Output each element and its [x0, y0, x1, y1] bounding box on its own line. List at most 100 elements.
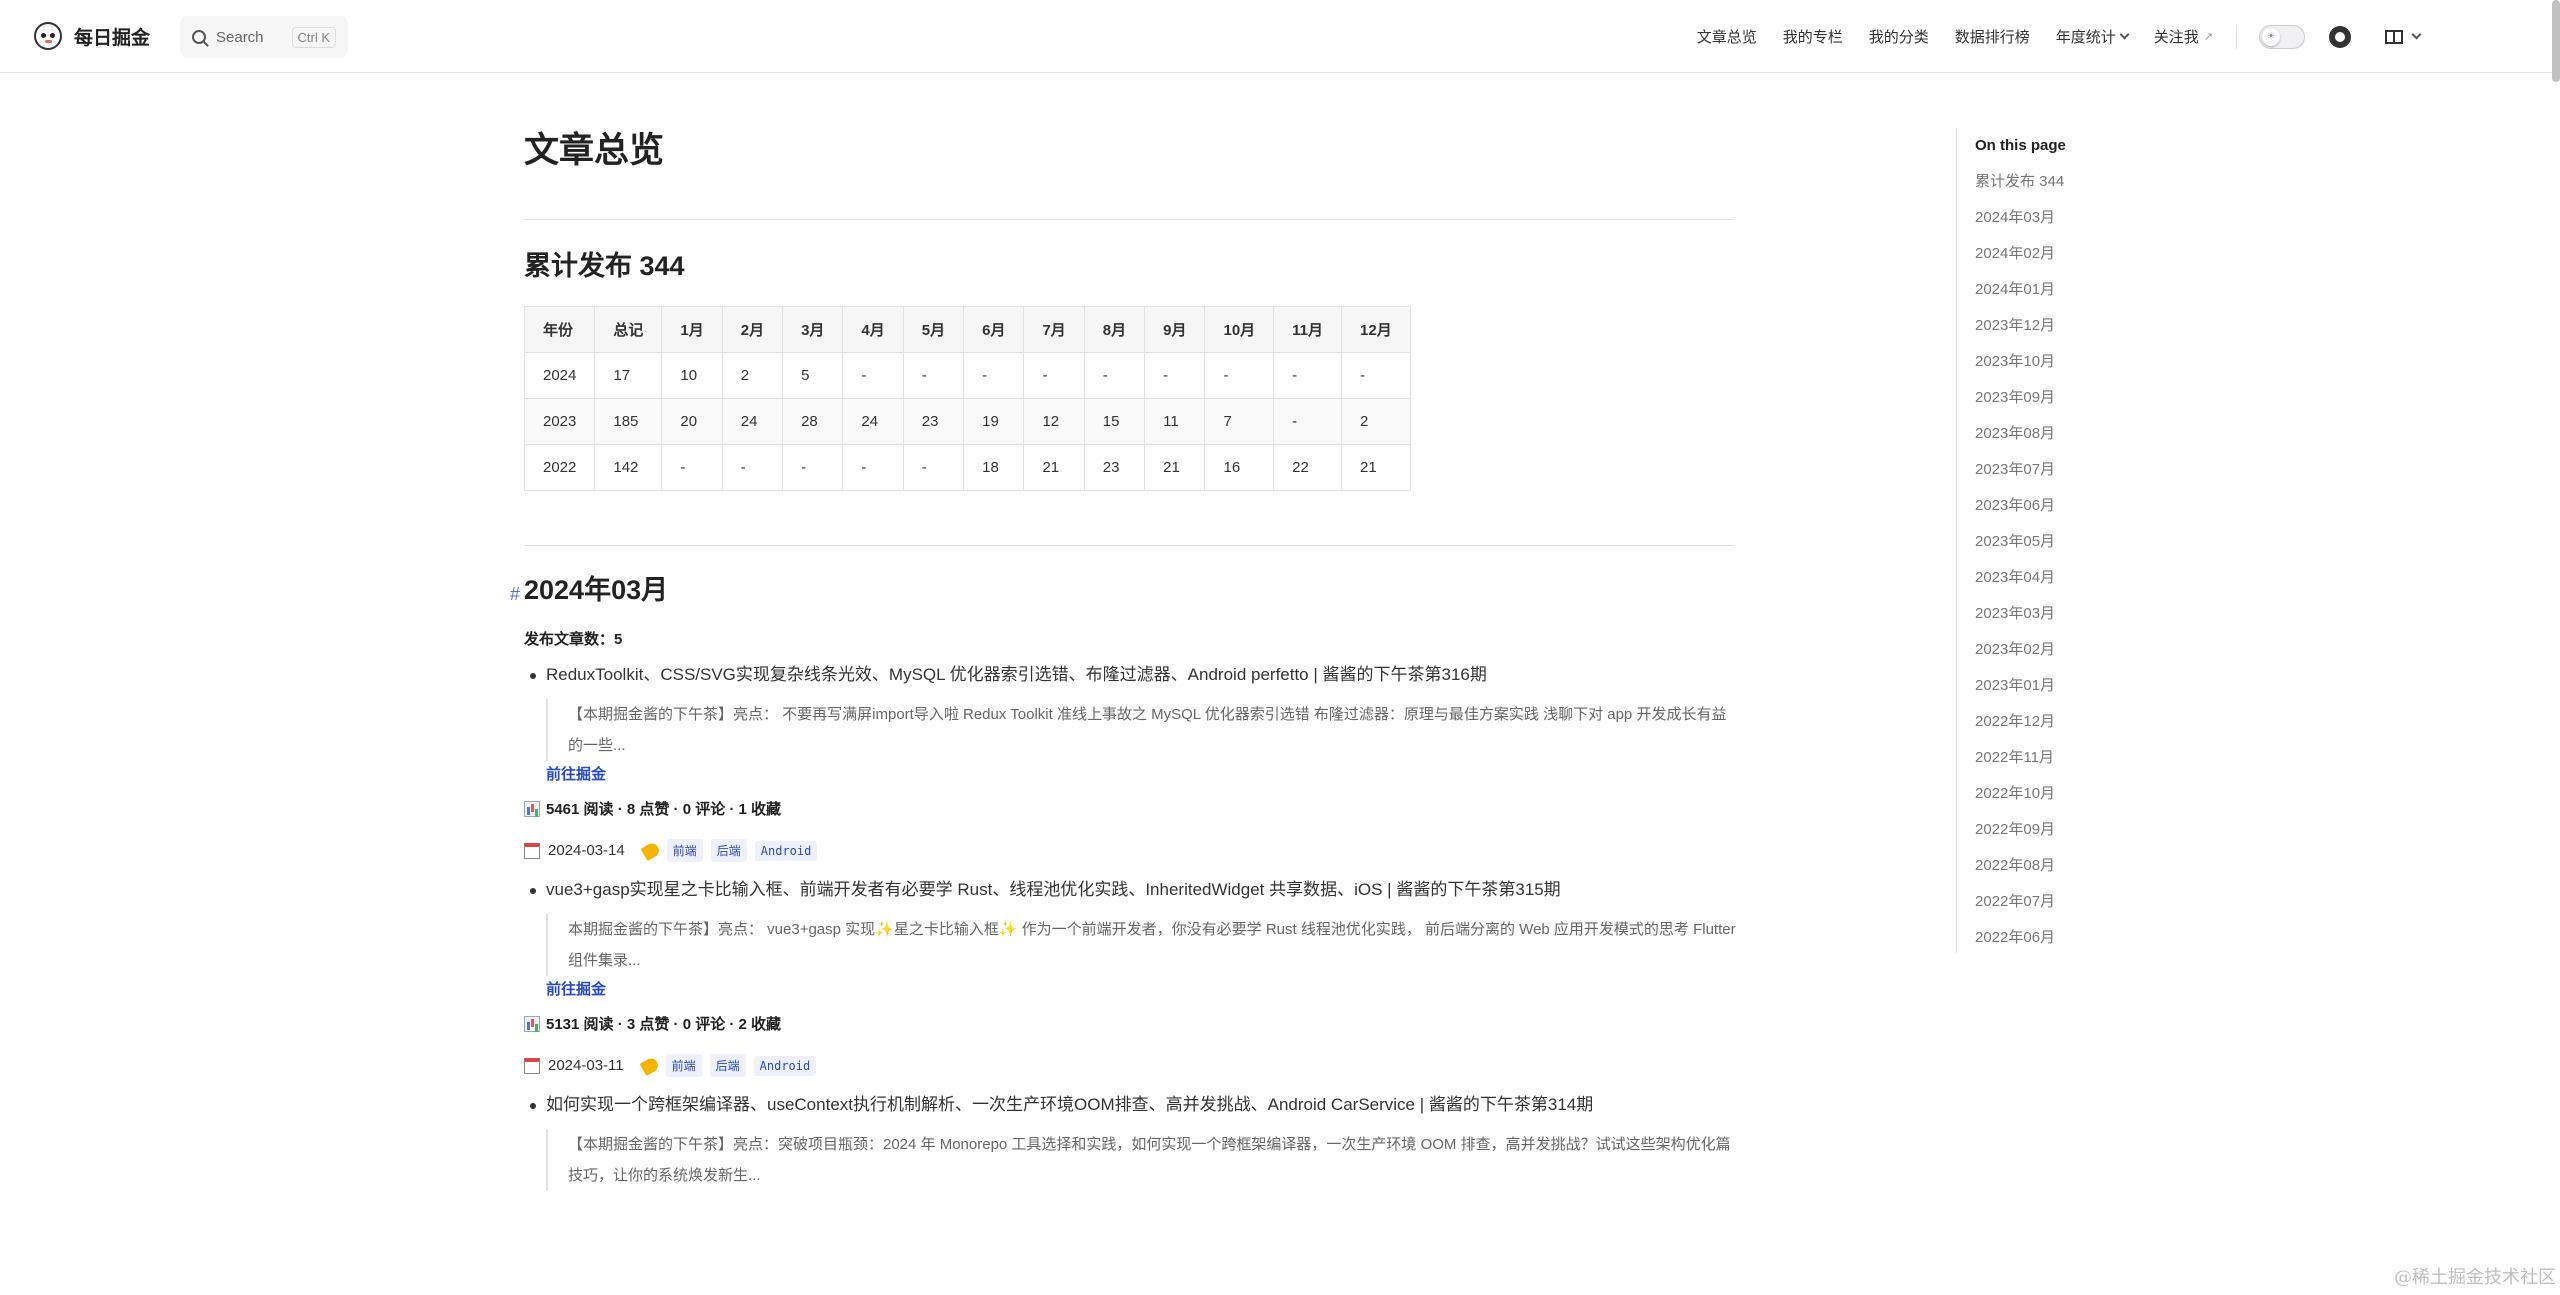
heading-anchor-link[interactable]: #: [510, 576, 520, 612]
aside-link[interactable]: 2022年06月: [1975, 920, 2176, 956]
brand[interactable]: 每日掘金: [34, 22, 150, 50]
theme-toggle[interactable]: ☀: [2259, 24, 2305, 49]
tag-badge[interactable]: Android: [754, 840, 818, 861]
table-row: 2024 17 10 2 5- - - - - - - - -: [523, 352, 1411, 399]
aside-link[interactable]: 2023年05月: [1975, 524, 2176, 560]
scrollbar-thumb[interactable]: [2552, 0, 2560, 82]
aside-link[interactable]: 2023年10月: [1975, 344, 2176, 380]
table-cell: 21: [1341, 444, 1411, 491]
aside-link[interactable]: 2023年01月: [1975, 668, 2176, 704]
nav-item-overview[interactable]: 文章总览: [1684, 26, 1770, 47]
table-cell: -: [1204, 352, 1275, 399]
nav-menu: 文章总览 我的专栏 我的分类 数据排行榜 年度统计 关注我 ↗ ☀: [1684, 0, 2422, 73]
aside-link[interactable]: 2022年12月: [1975, 704, 2176, 740]
tag-badge[interactable]: 后端: [709, 1054, 746, 1077]
aside-link[interactable]: 2024年03月: [1975, 200, 2176, 236]
summary-table: 年份 总记 1月 2月 3月 4月 5月 6月 7月 8月 9月 10月 11月…: [523, 306, 1411, 491]
table-cell: -: [842, 352, 904, 399]
aside-link[interactable]: 2023年03月: [1975, 596, 2176, 632]
watermark: @稀土掘金技术社区: [2394, 1267, 2556, 1288]
top-nav: 每日掘金 Search Ctrl K 文章总览 我的专栏 我的分类 数据排行榜 …: [0, 0, 2560, 73]
article-excerpt: 【本期掘金酱的下午茶】亮点：突破项目瓶颈：2024 年 Monorepo 工具选…: [546, 1129, 1736, 1191]
table-cell: 17: [594, 352, 663, 399]
tag-badge[interactable]: 前端: [665, 1054, 702, 1077]
bar-chart-icon: [524, 1015, 540, 1032]
table-header: 3月: [782, 306, 844, 353]
calendar-icon: [524, 1057, 540, 1074]
aside-link[interactable]: 2022年10月: [1975, 776, 2176, 812]
table-row: 2022 142- - - - -18 21 23 21 16 22 21: [523, 444, 1411, 491]
article-date: 2024-03-11: [548, 1057, 624, 1074]
aside-link[interactable]: 2023年09月: [1975, 380, 2176, 416]
table-cell: 24: [842, 398, 904, 445]
nav-item-annual-stats[interactable]: 年度统计: [2043, 26, 2141, 47]
summary-heading: 累计发布 344: [524, 251, 685, 281]
aside-link[interactable]: 2022年08月: [1975, 848, 2176, 884]
tag-badge[interactable]: 后端: [710, 839, 747, 862]
table-header: 年份: [523, 306, 596, 353]
table-cell: 10: [661, 352, 723, 399]
table-cell: 142: [594, 444, 663, 491]
table-cell: 16: [1204, 444, 1275, 491]
table-header: 总记: [594, 306, 663, 353]
table-cell: 19: [963, 398, 1025, 445]
article-excerpt: 【本期掘金酱的下午茶】亮点： 不要再写满屏import导入啦 Redux Too…: [546, 699, 1736, 761]
nav-item-categories[interactable]: 我的分类: [1856, 26, 1942, 47]
aside-link[interactable]: 2023年12月: [1975, 308, 2176, 344]
table-header: 10月: [1204, 306, 1275, 353]
search-button[interactable]: Search Ctrl K: [180, 16, 348, 58]
aside-link[interactable]: 2023年04月: [1975, 560, 2176, 596]
divider: [524, 219, 1734, 220]
table-cell: -: [963, 352, 1025, 399]
table-cell: 2024: [523, 352, 596, 399]
table-cell: 23: [1083, 444, 1146, 491]
table-cell: 22: [1273, 444, 1343, 491]
tag-badge[interactable]: Android: [753, 1055, 817, 1076]
tag-badge[interactable]: 前端: [666, 839, 703, 862]
github-icon[interactable]: [2329, 25, 2351, 48]
goto-juejin-link[interactable]: 前往掘金: [524, 763, 1734, 784]
book-icon[interactable]: [2385, 29, 2403, 44]
aside-link[interactable]: 2024年01月: [1975, 272, 2176, 308]
chevron-down-icon[interactable]: [2411, 29, 2422, 40]
table-cell: 2022: [523, 444, 596, 491]
table-header: 8月: [1083, 306, 1146, 353]
aside-link[interactable]: 2023年07月: [1975, 452, 2176, 488]
article-title[interactable]: vue3+gasp实现星之卡比输入框、前端开发者有必要学 Rust、线程池优化实…: [524, 876, 1734, 904]
table-cell: 2: [721, 352, 784, 399]
aside-link[interactable]: 2022年07月: [1975, 884, 2176, 920]
aside-link[interactable]: 2022年11月: [1975, 740, 2176, 776]
divider: [524, 545, 1734, 546]
table-cell: 20: [661, 398, 723, 445]
table-header-row: 年份 总记 1月 2月 3月 4月 5月 6月 7月 8月 9月 10月 11月…: [523, 306, 1411, 353]
table-cell: -: [1273, 352, 1343, 399]
article-meta: 2024-03-11 前端 后端 Android: [524, 1054, 1734, 1077]
article-meta: 2024-03-14 前端 后端 Android: [524, 839, 1734, 862]
nav-item-ranking[interactable]: 数据排行榜: [1942, 26, 2043, 47]
table-header: 12月: [1341, 306, 1411, 353]
aside-link[interactable]: 累计发布 344: [1975, 164, 2176, 200]
table-cell: -: [1273, 398, 1343, 445]
aside-link[interactable]: 2024年02月: [1975, 236, 2176, 272]
article-title[interactable]: 如何实现一个跨框架编译器、useContext执行机制解析、一次生产环境OOM排…: [524, 1091, 1734, 1119]
table-cell: 5: [782, 352, 844, 399]
aside-link[interactable]: 2023年02月: [1975, 632, 2176, 668]
aside-link[interactable]: 2023年08月: [1975, 416, 2176, 452]
table-cell: -: [842, 444, 904, 491]
table-body: 2024 17 10 2 5- - - - - - - - -2023 185 20 24 28 24 23 19 12…: [523, 352, 1411, 491]
table-cell: -: [782, 444, 844, 491]
search-icon: [192, 30, 206, 44]
table-cell: -: [1083, 352, 1146, 399]
table-cell: -: [721, 444, 784, 491]
nav-item-follow[interactable]: 关注我 ↗: [2141, 26, 2226, 47]
nav-item-columns[interactable]: 我的专栏: [1770, 26, 1856, 47]
aside-link[interactable]: 2023年06月: [1975, 488, 2176, 524]
aside-link[interactable]: 2022年09月: [1975, 812, 2176, 848]
goto-juejin-link[interactable]: 前往掘金: [524, 978, 1734, 999]
table-header: 2月: [721, 306, 784, 353]
table-cell: 21: [1144, 444, 1206, 491]
article-title[interactable]: ReduxToolkit、CSS/SVG实现复杂线条光效、MySQL 优化器索引…: [524, 661, 1734, 689]
tag-icon: [639, 1055, 661, 1076]
table-cell: -: [661, 444, 723, 491]
on-this-page-nav: On this page 累计发布 344 2024年03月 2024年02月 202…: [1956, 128, 2176, 953]
